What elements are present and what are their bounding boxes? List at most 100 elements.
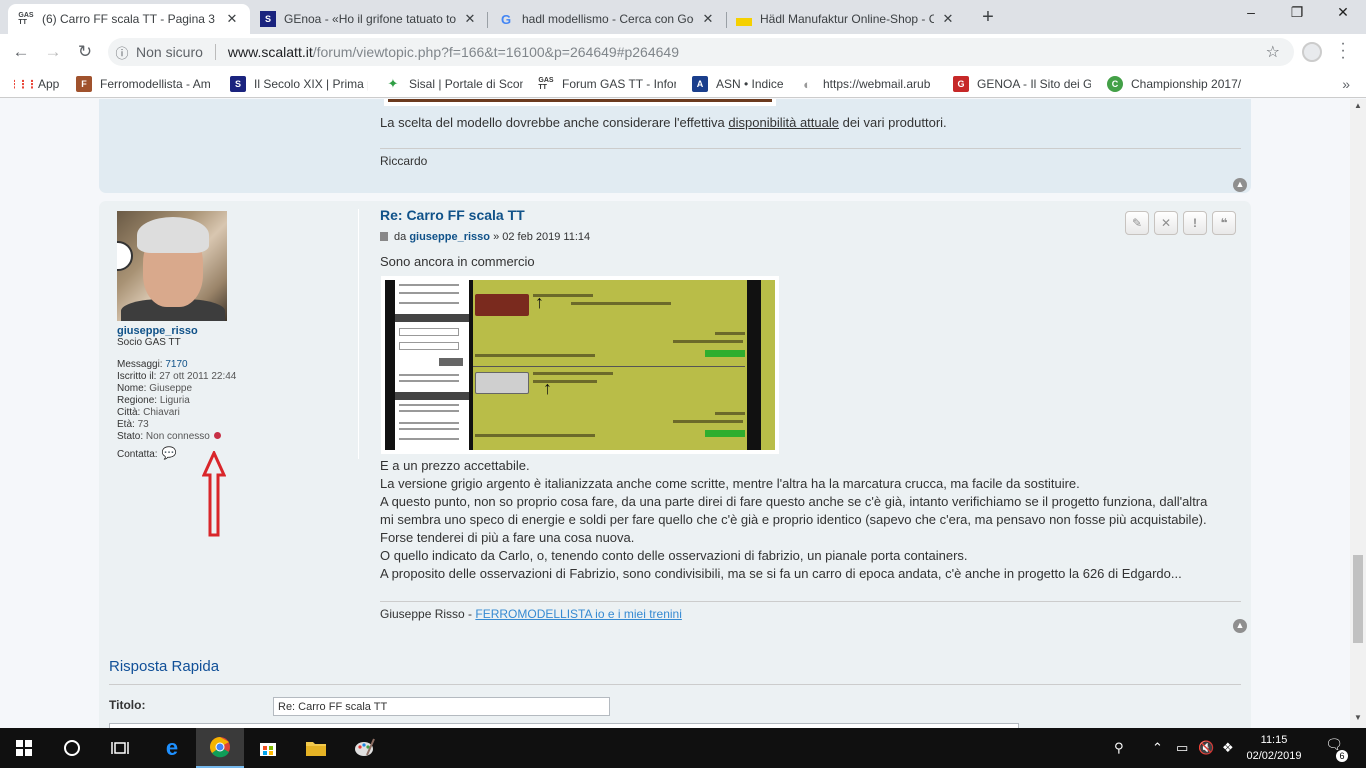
quote-button[interactable]: ❝ bbox=[1212, 211, 1236, 235]
edit-button[interactable]: ✎ bbox=[1125, 211, 1149, 235]
subject-input[interactable] bbox=[273, 697, 610, 716]
quick-reply-title: Risposta Rapida bbox=[109, 658, 220, 675]
subject-label: Titolo: bbox=[109, 698, 146, 712]
bookmark-genoa[interactable]: G GENOA - Il Sito dei G bbox=[953, 75, 1091, 93]
url-host: www.scalatt.it bbox=[227, 44, 313, 60]
volume-muted-icon[interactable]: 🔇 bbox=[1198, 740, 1214, 756]
delete-button[interactable]: ✕ bbox=[1154, 211, 1178, 235]
close-tab-icon[interactable]: ✕ bbox=[940, 11, 956, 27]
post-title[interactable]: Re: Carro FF scala TT bbox=[380, 207, 525, 223]
bookmark-star-icon[interactable]: ☆ bbox=[1266, 42, 1280, 62]
close-tab-icon[interactable]: ✕ bbox=[462, 11, 478, 27]
close-tab-icon[interactable]: ✕ bbox=[224, 11, 240, 27]
action-center-icon[interactable]: 🗨 6 bbox=[1322, 736, 1348, 762]
search-icon[interactable] bbox=[48, 728, 96, 768]
asn-icon: A bbox=[692, 76, 708, 92]
signature-divider bbox=[380, 601, 1241, 602]
profile-contact: Contatta: 💬 bbox=[117, 446, 177, 460]
maximize-button[interactable]: ❐ bbox=[1274, 4, 1320, 26]
offline-status-icon bbox=[213, 432, 221, 439]
sisal-icon: ✦ bbox=[387, 76, 399, 91]
bookmark-forum-gas-tt[interactable]: GAS TT Forum GAS TT - Infor bbox=[538, 75, 676, 93]
reload-button[interactable]: ↻ bbox=[74, 42, 96, 64]
scroll-up-icon[interactable]: ▲ bbox=[1350, 101, 1366, 110]
minimize-button[interactable]: – bbox=[1228, 4, 1274, 26]
back-to-top-icon[interactable]: ▲ bbox=[1233, 178, 1247, 192]
signature-link[interactable]: FERROMODELLISTA io e i miei trenini bbox=[475, 607, 682, 621]
tab-gas-tt[interactable]: GAS TT (6) Carro FF scala TT - Pagina 3 -… bbox=[8, 4, 250, 34]
bookmark-apps[interactable]: ⋮⋮⋮ App bbox=[14, 75, 68, 93]
back-button[interactable]: ← bbox=[10, 42, 32, 64]
post-line: E a un prezzo accettabile. bbox=[380, 458, 530, 473]
tab-title: Hädl Manufaktur Online-Shop - C bbox=[760, 12, 934, 26]
people-icon[interactable]: ⚲ bbox=[1114, 740, 1124, 756]
scroll-down-icon[interactable]: ▼ bbox=[1350, 713, 1366, 722]
bookmarks-overflow-button[interactable]: » bbox=[1342, 76, 1350, 92]
shop-screenshot-image[interactable]: ↑ ↑ bbox=[381, 276, 779, 454]
scrollbar-thumb[interactable] bbox=[1353, 555, 1363, 643]
profile-avatar-icon[interactable] bbox=[1302, 42, 1322, 62]
profile-region: Regione: Liguria bbox=[117, 395, 190, 406]
bookmark-secolo-xix[interactable]: S Il Secolo XIX | Prima p bbox=[230, 75, 368, 93]
bookmark-asn[interactable]: A ASN • Indice bbox=[692, 75, 792, 93]
address-divider bbox=[214, 44, 216, 60]
page-scrollbar[interactable]: ▲ ▼ bbox=[1350, 99, 1366, 728]
gas-tt-icon: GAS TT bbox=[538, 77, 554, 91]
secolo-favicon-icon: S bbox=[260, 11, 276, 27]
tab-title: GEnoa - «Ho il grifone tatuato to bbox=[284, 12, 456, 26]
secolo-xix-icon: S bbox=[230, 76, 246, 92]
forward-button[interactable]: → bbox=[42, 42, 64, 64]
show-hidden-icons-chevron-icon[interactable]: ⌃ bbox=[1152, 740, 1163, 756]
notification-count: 6 bbox=[1336, 750, 1348, 762]
new-tab-button[interactable]: + bbox=[978, 6, 998, 29]
availability-link[interactable]: disponibilità attuale bbox=[728, 115, 839, 130]
info-icon[interactable]: ⓘ bbox=[108, 43, 136, 62]
posts-count-link[interactable]: 7170 bbox=[165, 359, 187, 370]
genoa-icon: G bbox=[953, 76, 969, 92]
previous-post: La scelta del modello dovrebbe anche con… bbox=[99, 99, 1251, 193]
red-arrow-annotation-icon bbox=[202, 451, 226, 537]
clock-time: 11:15 bbox=[1260, 734, 1288, 746]
address-bar[interactable]: ⓘ Non sicuro www.scalatt.it /forum/viewt… bbox=[108, 38, 1294, 66]
tab-hadl-shop[interactable]: Hädl Manufaktur Online-Shop - C ✕ bbox=[726, 4, 966, 34]
chrome-menu-icon[interactable]: · · · bbox=[1338, 36, 1348, 66]
post-line: A questo punto, non so proprio cosa fare… bbox=[380, 494, 1208, 509]
system-clock[interactable]: 11:15 02/02/2019 bbox=[1244, 732, 1304, 764]
post-document-icon bbox=[380, 232, 388, 241]
profile-city: Città: Chiavari bbox=[117, 407, 180, 418]
bookmark-label: https://webmail.arub bbox=[823, 77, 931, 91]
dropbox-icon[interactable]: ❖ bbox=[1222, 740, 1234, 756]
previous-post-signature: Riccardo bbox=[380, 154, 428, 168]
post-author-link[interactable]: giuseppe_risso bbox=[409, 231, 490, 243]
red-freight-car-image bbox=[475, 294, 529, 316]
user-avatar[interactable] bbox=[117, 211, 227, 321]
paint-icon[interactable] bbox=[340, 728, 388, 768]
close-tab-icon[interactable]: ✕ bbox=[700, 11, 716, 27]
chrome-icon[interactable] bbox=[196, 728, 244, 768]
previous-post-image bbox=[384, 99, 776, 106]
profile-age: Età: 73 bbox=[117, 419, 149, 430]
bookmark-ferromodellista[interactable]: F Ferromodellista - Am bbox=[76, 75, 214, 93]
report-button[interactable]: ! bbox=[1183, 211, 1207, 235]
contact-bubble-icon[interactable]: 💬 bbox=[162, 446, 177, 460]
tab-google-search[interactable]: G hadl modellismo - Cerca con Goo ✕ bbox=[488, 4, 726, 34]
battery-icon[interactable]: ▭ bbox=[1176, 740, 1188, 756]
bookmark-label: Sisal | Portale di Scom bbox=[409, 77, 523, 91]
bookmark-webmail[interactable]: ◐ https://webmail.arub bbox=[799, 75, 937, 93]
back-to-top-icon[interactable]: ▲ bbox=[1233, 619, 1247, 633]
signature-divider bbox=[380, 148, 1241, 149]
store-icon[interactable] bbox=[244, 728, 292, 768]
post-signature: Giuseppe Risso - FERROMODELLISTA io e i … bbox=[380, 607, 682, 621]
task-view-icon[interactable] bbox=[96, 728, 144, 768]
post-line: Forse tenderei di più a fare una cosa nu… bbox=[380, 530, 635, 545]
file-explorer-icon[interactable] bbox=[292, 728, 340, 768]
post-actions: ✎ ✕ ! ❝ bbox=[1125, 211, 1236, 235]
edge-icon[interactable]: e bbox=[148, 728, 196, 768]
tab-genoa[interactable]: S GEnoa - «Ho il grifone tatuato to ✕ bbox=[250, 4, 488, 34]
windows-start-icon[interactable] bbox=[0, 728, 48, 768]
bookmark-championship[interactable]: C Championship 2017/ bbox=[1107, 75, 1245, 93]
close-window-button[interactable]: ✕ bbox=[1320, 4, 1366, 26]
bookmark-sisal[interactable]: ✦ Sisal | Portale di Scom bbox=[385, 75, 523, 93]
url-path: /forum/viewtopic.php?f=166&t=16100&p=264… bbox=[312, 44, 679, 60]
profile-username[interactable]: giuseppe_risso bbox=[117, 325, 198, 337]
